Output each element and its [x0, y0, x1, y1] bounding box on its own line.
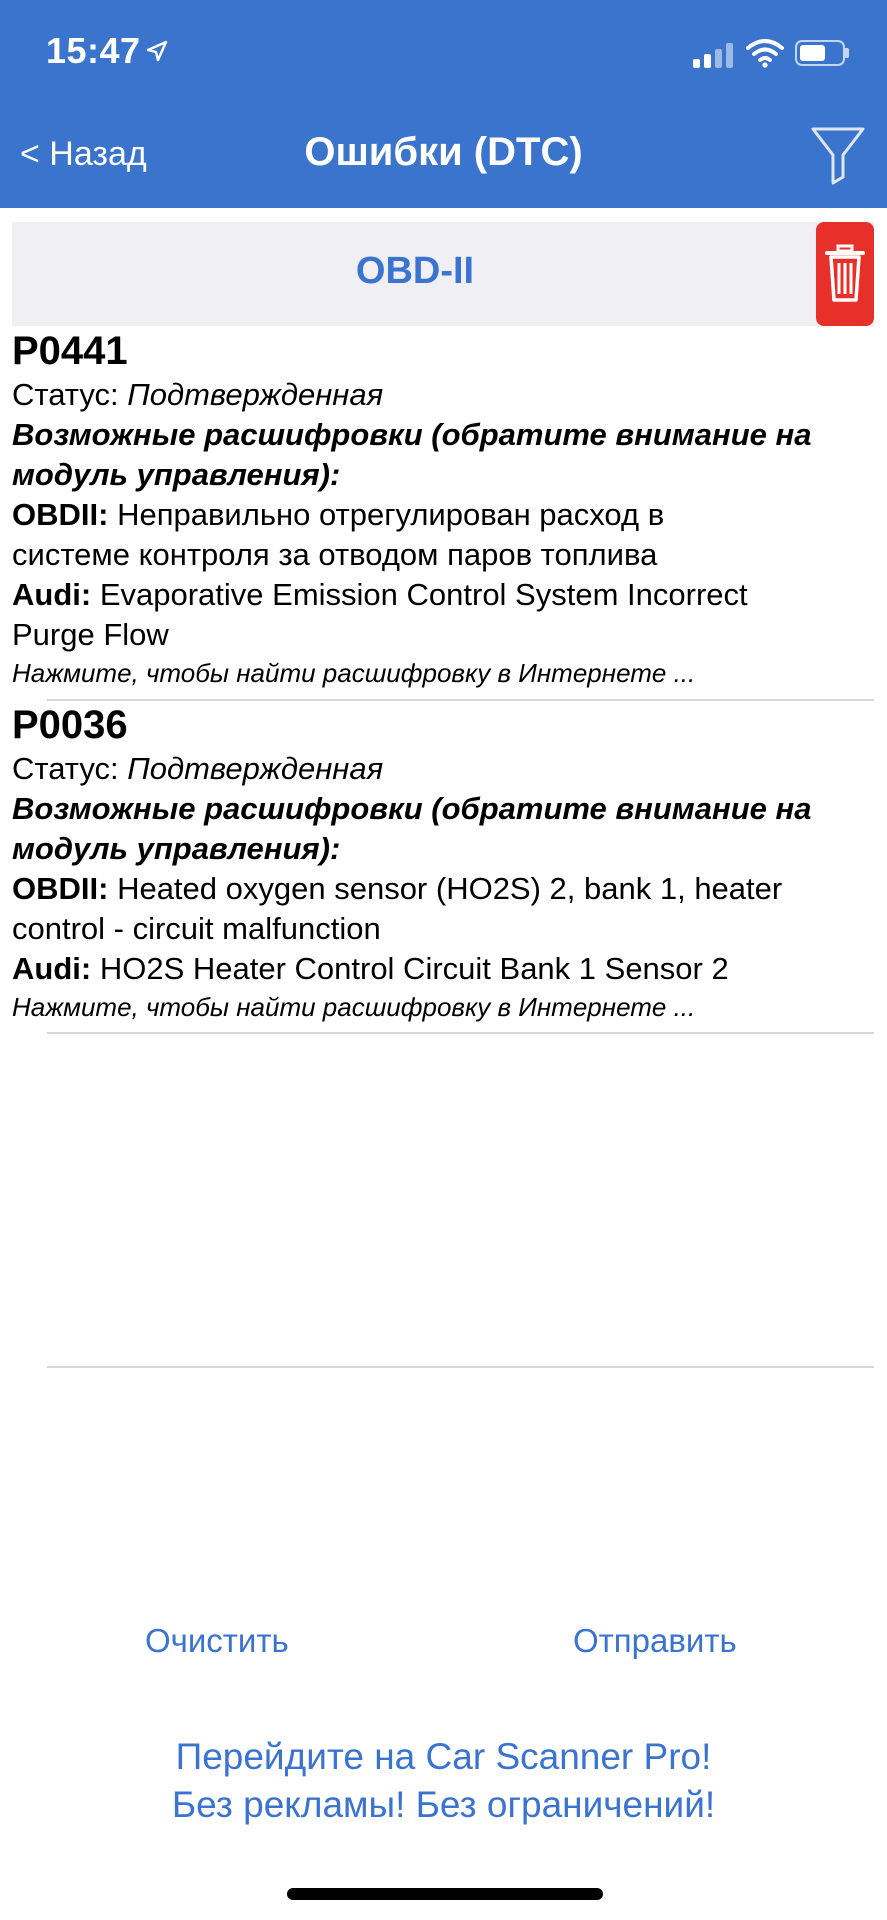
- send-button[interactable]: Отправить: [573, 1622, 737, 1660]
- error-code: P0036: [12, 703, 128, 747]
- decodings-header: Возможные расшифровки (обратите внимание…: [12, 791, 812, 826]
- decodings-header-cont: модуль управления):: [12, 831, 341, 866]
- error-entry[interactable]: P0441 Статус: Подтвержденная Возможные р…: [12, 327, 874, 691]
- search-online-hint[interactable]: Нажмите, чтобы найти расшифровку в Интер…: [12, 989, 874, 1025]
- section-title: OBD-II: [355, 250, 475, 292]
- clear-button[interactable]: Очистить: [145, 1622, 289, 1660]
- promo-line-2: Без рекламы! Без ограничений!: [171, 1784, 716, 1825]
- obdii-decoding: OBDII: Heated oxygen sensor (HO2S) 2, ba…: [12, 871, 783, 906]
- battery-icon: [795, 40, 849, 66]
- obdii-decoding-cont: control - circuit malfunction: [12, 911, 381, 946]
- obdii-decoding-cont: системе контроля за отводом паров топлив…: [12, 537, 658, 572]
- error-status: Статус: Подтвержденная: [12, 751, 384, 786]
- promo-line-1: Перейдите на Car Scanner Pro!: [175, 1736, 712, 1777]
- obdii-decoding: OBDII: Неправильно отрегулирован расход …: [12, 497, 665, 532]
- wifi-icon: [746, 39, 784, 68]
- row-divider: [47, 1366, 874, 1368]
- error-status: Статус: Подтвержденная: [12, 377, 384, 412]
- decodings-header-cont: модуль управления):: [12, 457, 341, 492]
- home-indicator[interactable]: [287, 1888, 603, 1900]
- page-title: Ошибки (DTC): [304, 130, 583, 174]
- error-code: P0441: [12, 329, 128, 373]
- pro-upgrade-link[interactable]: Перейдите на Car Scanner Pro! Без реклам…: [0, 1733, 887, 1829]
- audi-decoding: Audi: HO2S Heater Control Circuit Bank 1…: [12, 951, 729, 986]
- decodings-header: Возможные расшифровки (обратите внимание…: [12, 417, 812, 452]
- audi-decoding: Audi: Evaporative Emission Control Syste…: [12, 577, 748, 612]
- row-divider: [47, 1032, 874, 1034]
- cellular-signal-icon: [693, 42, 737, 68]
- audi-decoding-cont: Purge Flow: [12, 617, 169, 652]
- section-header: OBD-II: [12, 222, 874, 326]
- location-arrow-icon: [146, 40, 168, 62]
- filter-funnel-icon[interactable]: [810, 125, 866, 185]
- status-time: 15:47: [46, 30, 141, 71]
- delete-button[interactable]: [816, 222, 874, 326]
- search-online-hint[interactable]: Нажмите, чтобы найти расшифровку в Интер…: [12, 655, 874, 691]
- navigation-header: 15:47 < Назад Ошибки (DTC): [0, 0, 887, 208]
- error-entry[interactable]: P0036 Статус: Подтвержденная Возможные р…: [12, 701, 874, 1025]
- trash-icon: [825, 244, 865, 302]
